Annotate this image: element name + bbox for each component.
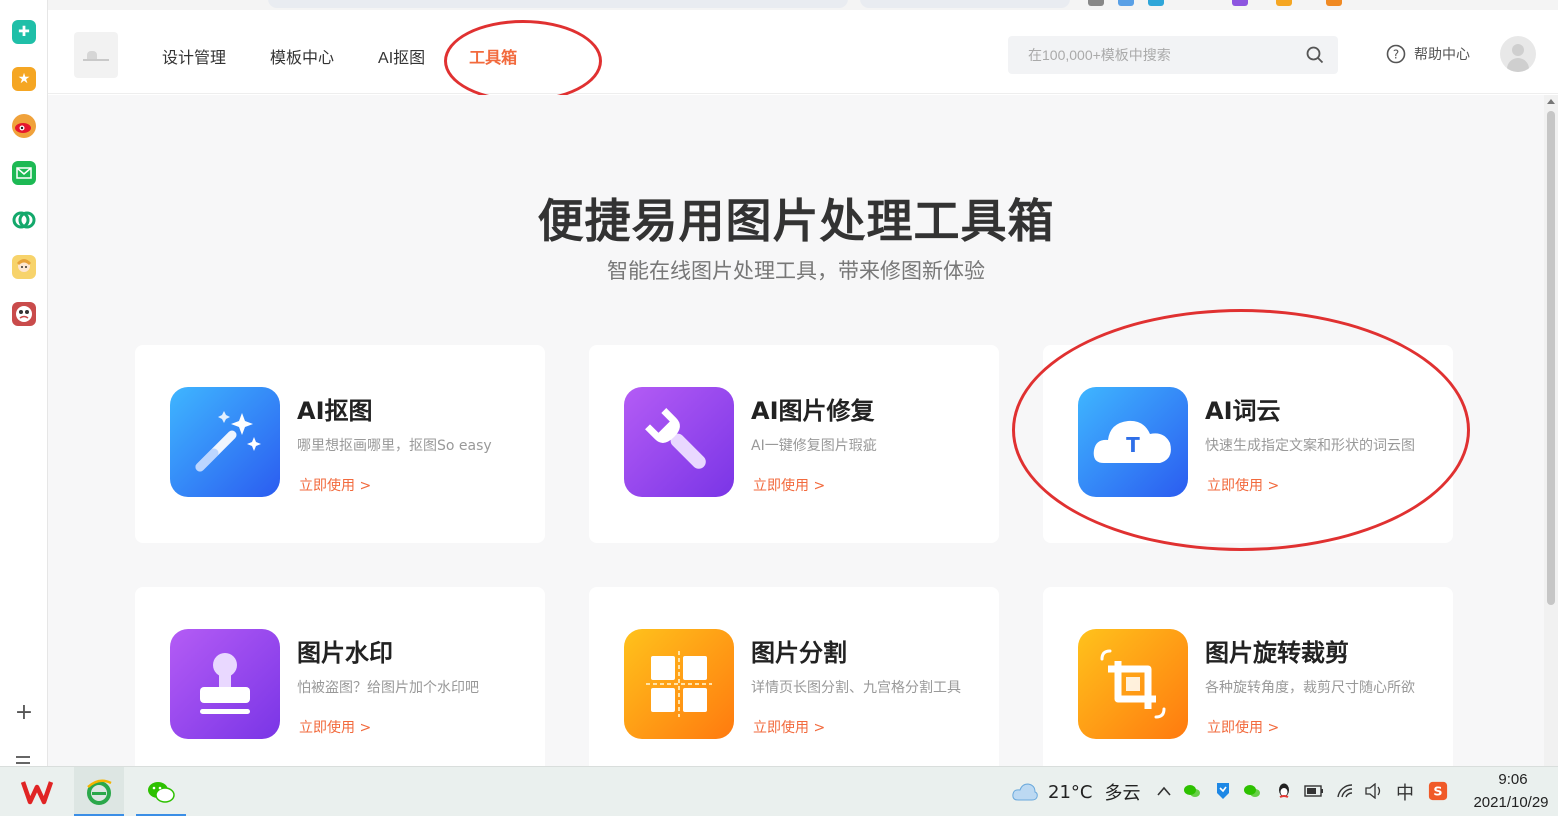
extension-icon[interactable] — [1326, 0, 1342, 6]
game-icon[interactable] — [12, 302, 36, 326]
word-cloud-icon: T — [1078, 387, 1188, 497]
cloudy-icon — [1012, 783, 1038, 801]
input-method-indicator[interactable]: 中 — [1396, 779, 1414, 805]
svg-text:?: ? — [1393, 48, 1399, 62]
tool-card-ai-cutout[interactable]: AI抠图 哪里想抠画哪里，抠图So easy 立即使用 > — [135, 345, 545, 543]
user-avatar[interactable] — [1500, 36, 1536, 72]
volume-icon[interactable] — [1364, 781, 1384, 801]
tencent-tray-icon[interactable] — [1213, 781, 1233, 801]
scrollbar-thumb[interactable] — [1547, 111, 1555, 605]
question-circle-icon: ? — [1386, 44, 1406, 64]
wps-icon[interactable] — [12, 767, 62, 816]
browser-search-bar[interactable] — [860, 0, 1070, 8]
main-content: 便捷易用图片处理工具箱 智能在线图片处理工具，带来修图新体验 AI抠图 哪里想抠… — [48, 95, 1544, 766]
tool-description: 快速生成指定文案和形状的词云图 — [1205, 438, 1415, 454]
sync-icon[interactable] — [12, 208, 36, 232]
star-icon[interactable]: ★ — [12, 67, 36, 91]
magic-wand-icon — [170, 387, 280, 497]
weather-temp: 21°C — [1048, 781, 1093, 803]
scroll-up-arrow-icon[interactable] — [1547, 99, 1555, 104]
sogou-ime-icon[interactable]: S — [1428, 781, 1448, 801]
tool-title: 图片分割 — [751, 639, 847, 667]
help-center-label: 帮助中心 — [1414, 46, 1470, 62]
svg-text:T: T — [1126, 433, 1140, 457]
extension-icon[interactable] — [1088, 0, 1104, 6]
tool-description: 怕被盗图？给图片加个水印吧 — [297, 680, 479, 696]
use-now-link[interactable]: 立即使用 > — [753, 717, 825, 737]
nav-design-management[interactable]: 设计管理 — [162, 44, 226, 68]
nav-toolbox[interactable]: 工具箱 — [469, 44, 517, 68]
use-now-link[interactable]: 立即使用 > — [299, 717, 371, 737]
use-now-link[interactable]: 立即使用 > — [1207, 717, 1279, 737]
add-icon[interactable]: + — [13, 702, 35, 724]
clock-date[interactable]: 2021/10/29 — [1466, 794, 1556, 811]
tool-title: AI词云 — [1205, 397, 1281, 425]
help-center-link[interactable]: ? 帮助中心 — [1386, 44, 1470, 64]
wechat-icon[interactable] — [136, 767, 186, 816]
main-nav: 设计管理 模板中心 AI抠图 工具箱 — [162, 44, 561, 68]
wechat-tray-icon[interactable] — [1182, 781, 1202, 801]
mail-icon[interactable] — [12, 161, 36, 185]
wrench-icon — [624, 387, 734, 497]
page-subtitle: 智能在线图片处理工具，带来修图新体验 — [607, 259, 985, 283]
qq-tray-icon[interactable] — [1274, 781, 1294, 801]
tool-description: 各种旋转角度，裁剪尺寸随心所欲 — [1205, 680, 1415, 696]
search-icon[interactable] — [1306, 46, 1324, 64]
tool-title: 图片旋转裁剪 — [1205, 639, 1349, 667]
tool-card-ai-image-repair[interactable]: AI图片修复 AI一键修复图片瑕疵 立即使用 > — [589, 345, 999, 543]
page-scrollbar[interactable] — [1544, 95, 1558, 766]
wifi-icon[interactable] — [1336, 781, 1356, 801]
ie-icon[interactable] — [74, 767, 124, 816]
wechat-tray-icon[interactable] — [1242, 781, 1262, 801]
use-now-link[interactable]: 立即使用 > — [299, 475, 371, 495]
site-header: 设计管理 模板中心 AI抠图 工具箱 ? 帮助中心 — [48, 10, 1558, 94]
extension-icon[interactable] — [1148, 0, 1164, 6]
browser-side-panel: ✚ ★ + — [0, 0, 48, 766]
tool-title: AI图片修复 — [751, 397, 875, 425]
tool-description: AI一键修复图片瑕疵 — [751, 438, 877, 454]
stamp-icon — [170, 629, 280, 739]
nav-template-center[interactable]: 模板中心 — [270, 44, 334, 68]
extension-icon[interactable] — [1276, 0, 1292, 6]
extension-icon[interactable] — [1232, 0, 1248, 6]
tool-description: 详情页长图分割、九宫格分割工具 — [751, 680, 961, 696]
browser-toolbar — [48, 0, 1558, 10]
grid-split-icon — [624, 629, 734, 739]
tool-card-ai-word-cloud[interactable]: T AI词云 快速生成指定文案和形状的词云图 立即使用 > — [1043, 345, 1453, 543]
search-input[interactable] — [1008, 36, 1298, 74]
tool-card-image-watermark[interactable]: 图片水印 怕被盗图？给图片加个水印吧 立即使用 > — [135, 587, 545, 766]
nav-ai-cutout[interactable]: AI抠图 — [378, 44, 425, 68]
address-bar[interactable] — [268, 0, 848, 8]
tool-card-image-rotate-crop[interactable]: 图片旋转裁剪 各种旋转角度，裁剪尺寸随心所欲 立即使用 > — [1043, 587, 1453, 766]
windows-taskbar: 21°C 多云 中 S 9:06 2021/10/29 — [0, 766, 1558, 816]
tool-title: 图片水印 — [297, 639, 393, 667]
battery-icon[interactable] — [1304, 781, 1324, 801]
tool-description: 哪里想抠画哪里，抠图So easy — [297, 438, 492, 454]
extension-icon[interactable] — [1118, 0, 1134, 6]
page-title: 便捷易用图片处理工具箱 — [537, 194, 1055, 248]
clock-time[interactable]: 9:06 — [1482, 771, 1544, 788]
use-now-link[interactable]: 立即使用 > — [1207, 475, 1279, 495]
svg-text:S: S — [1433, 784, 1442, 799]
tool-card-image-split[interactable]: 图片分割 详情页长图分割、九宫格分割工具 立即使用 > — [589, 587, 999, 766]
crop-rotate-icon — [1078, 629, 1188, 739]
plus-cross-icon[interactable]: ✚ — [12, 20, 36, 44]
template-search — [1008, 36, 1338, 74]
list-icon[interactable] — [16, 756, 30, 764]
tool-title: AI抠图 — [297, 397, 373, 425]
weather-widget[interactable]: 21°C 多云 — [1012, 779, 1140, 805]
site-logo[interactable] — [74, 32, 118, 78]
chevron-up-icon[interactable] — [1154, 781, 1174, 801]
avatar-app-icon[interactable] — [12, 255, 36, 279]
weibo-icon[interactable] — [12, 114, 36, 138]
weather-condition: 多云 — [1104, 783, 1141, 804]
use-now-link[interactable]: 立即使用 > — [753, 475, 825, 495]
